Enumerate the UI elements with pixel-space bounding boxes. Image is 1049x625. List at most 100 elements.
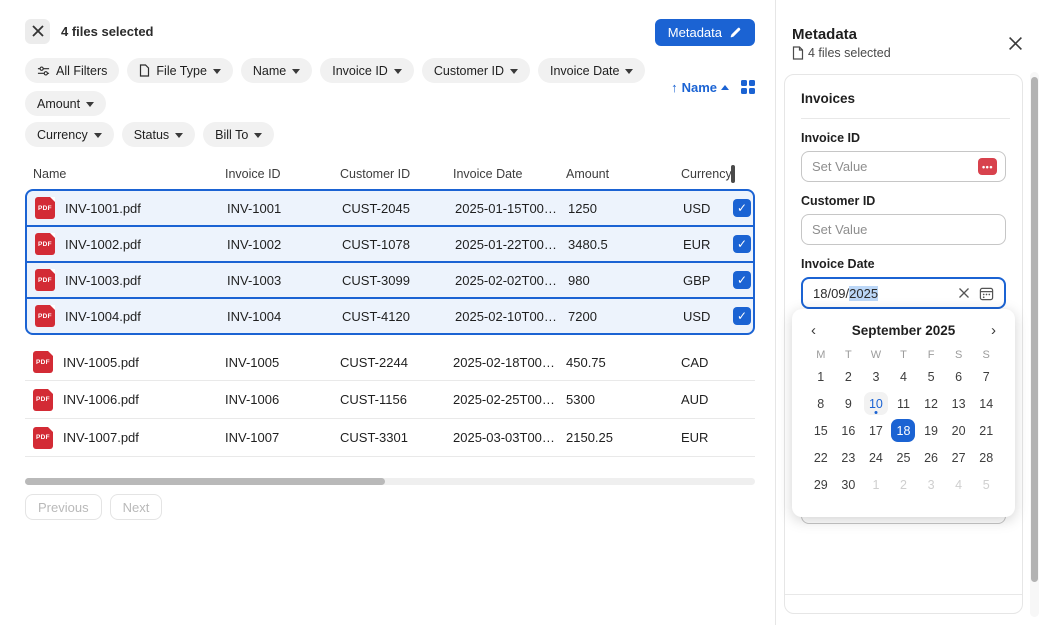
filter-chip-label: Bill To — [215, 128, 248, 142]
multiple-values-badge[interactable]: ••• — [978, 158, 997, 175]
calendar-day[interactable]: 11 — [891, 392, 915, 415]
file-icon — [139, 64, 150, 77]
calendar-day[interactable]: 26 — [919, 446, 943, 469]
filter-chip-invoice-date[interactable]: Invoice Date — [538, 58, 645, 83]
calendar-day[interactable]: 2 — [891, 473, 915, 496]
column-header-currency[interactable]: Currency — [681, 167, 731, 181]
calendar-day-today[interactable]: 10 — [864, 392, 888, 415]
column-header-customer-id[interactable]: Customer ID — [340, 167, 453, 181]
filter-chip-file-type[interactable]: File Type — [127, 58, 233, 83]
cell-amount: 980 — [568, 273, 683, 288]
calendar-day[interactable]: 21 — [974, 419, 998, 442]
column-header-amount[interactable]: Amount — [566, 167, 681, 181]
calendar-day[interactable]: 5 — [919, 365, 943, 388]
invoice-date-input[interactable]: 18/09/2025 — [801, 277, 1006, 309]
cell-currency: USD — [683, 201, 733, 216]
table-row[interactable]: PDFINV-1004.pdfINV-1004CUST-41202025-02-… — [25, 297, 755, 335]
calendar-day[interactable]: 23 — [836, 446, 860, 469]
calendar-day[interactable]: 6 — [947, 365, 971, 388]
calendar-day[interactable]: 3 — [919, 473, 943, 496]
file-name: INV-1007.pdf — [63, 430, 139, 445]
select-all-checkbox[interactable] — [731, 165, 735, 183]
panel-scrollbar-thumb[interactable] — [1031, 77, 1038, 582]
calendar-day[interactable]: 16 — [836, 419, 860, 442]
column-header-invoice-id[interactable]: Invoice ID — [225, 167, 340, 181]
previous-page-button[interactable]: Previous — [25, 494, 102, 520]
cell-currency: GBP — [683, 273, 733, 288]
cell-invoice-date: 2025-02-02T00:0... — [455, 273, 568, 288]
calendar-day[interactable]: 28 — [974, 446, 998, 469]
row-checkbox-checked[interactable]: ✓ — [733, 271, 751, 289]
calendar-day[interactable]: 30 — [836, 473, 860, 496]
calendar-day[interactable]: 4 — [891, 365, 915, 388]
chevron-down-icon — [254, 133, 262, 138]
calendar-day[interactable]: 4 — [947, 473, 971, 496]
clear-date-button[interactable] — [958, 287, 970, 299]
filter-chip-currency[interactable]: Currency — [25, 122, 114, 147]
calendar-next-month-button[interactable]: › — [987, 323, 1000, 338]
calendar-day[interactable]: 15 — [809, 419, 833, 442]
cell-invoice-date: 2025-02-18T00:0... — [453, 355, 566, 370]
panel-close-button[interactable] — [1008, 36, 1023, 51]
row-checkbox-checked[interactable]: ✓ — [733, 235, 751, 253]
table-row[interactable]: PDFINV-1003.pdfINV-1003CUST-30992025-02-… — [25, 261, 755, 299]
calendar-day[interactable]: 25 — [891, 446, 915, 469]
sort-by-name-button[interactable]: ↑ Name — [671, 80, 729, 95]
table-row[interactable]: PDFINV-1007.pdfINV-1007CUST-33012025-03-… — [25, 419, 755, 457]
next-page-button[interactable]: Next — [110, 494, 163, 520]
selection-count: 4 files selected — [61, 24, 154, 39]
pdf-file-icon: PDF — [35, 233, 55, 255]
filter-chip-bill-to[interactable]: Bill To — [203, 122, 274, 147]
filter-chip-invoice-id[interactable]: Invoice ID — [320, 58, 414, 83]
calendar-day[interactable]: 8 — [809, 392, 833, 415]
clear-x-icon — [958, 287, 970, 299]
calendar-day[interactable]: 29 — [809, 473, 833, 496]
calendar-day[interactable]: 20 — [947, 419, 971, 442]
document-icon — [792, 46, 804, 60]
file-name: INV-1001.pdf — [65, 201, 141, 216]
card-divider — [801, 118, 1010, 119]
calendar-day[interactable]: 2 — [836, 365, 860, 388]
card-title: Invoices — [801, 91, 1006, 106]
filter-chip-customer-id[interactable]: Customer ID — [422, 58, 530, 83]
section-divider — [785, 594, 1022, 595]
calendar-day[interactable]: 1 — [809, 365, 833, 388]
customer-id-input[interactable] — [812, 222, 995, 237]
horizontal-scrollbar-thumb[interactable] — [25, 478, 385, 485]
clear-selection-button[interactable] — [25, 19, 50, 44]
calendar-day[interactable]: 7 — [974, 365, 998, 388]
calendar-day[interactable]: 19 — [919, 419, 943, 442]
calendar-day[interactable]: 14 — [974, 392, 998, 415]
calendar-prev-month-button[interactable]: ‹ — [807, 323, 820, 338]
calendar-day[interactable]: 9 — [836, 392, 860, 415]
metadata-button[interactable]: Metadata — [655, 19, 755, 46]
filter-chip-amount[interactable]: Amount — [25, 91, 106, 116]
column-header-invoice-date[interactable]: Invoice Date — [453, 167, 566, 181]
invoice-date-value: 18/09/2025 — [813, 286, 958, 301]
table-row[interactable]: PDFINV-1006.pdfINV-1006CUST-11562025-02-… — [25, 381, 755, 419]
chevron-down-icon — [292, 69, 300, 74]
grid-view-toggle[interactable] — [741, 80, 755, 94]
calendar-day[interactable]: 3 — [864, 365, 888, 388]
filter-chip-all-filters[interactable]: All Filters — [25, 58, 119, 83]
calendar-day[interactable]: 22 — [809, 446, 833, 469]
filter-chip-status[interactable]: Status — [122, 122, 195, 147]
calendar-icon[interactable] — [979, 286, 994, 301]
calendar-day[interactable]: 17 — [864, 419, 888, 442]
filter-chip-label: Status — [134, 128, 169, 142]
calendar-day[interactable]: 24 — [864, 446, 888, 469]
row-checkbox-checked[interactable]: ✓ — [733, 199, 751, 217]
table-row[interactable]: PDFINV-1005.pdfINV-1005CUST-22442025-02-… — [25, 343, 755, 381]
column-header-name[interactable]: Name — [33, 167, 225, 181]
invoice-id-input[interactable] — [812, 159, 995, 174]
calendar-day[interactable]: 12 — [919, 392, 943, 415]
calendar-day-selected[interactable]: 18 — [891, 419, 915, 442]
calendar-day[interactable]: 13 — [947, 392, 971, 415]
calendar-day[interactable]: 5 — [974, 473, 998, 496]
calendar-day[interactable]: 1 — [864, 473, 888, 496]
calendar-day[interactable]: 27 — [947, 446, 971, 469]
table-row[interactable]: PDFINV-1002.pdfINV-1002CUST-10782025-01-… — [25, 225, 755, 263]
table-row[interactable]: PDFINV-1001.pdfINV-1001CUST-20452025-01-… — [25, 189, 755, 227]
filter-chip-name[interactable]: Name — [241, 58, 312, 83]
row-checkbox-checked[interactable]: ✓ — [733, 307, 751, 325]
